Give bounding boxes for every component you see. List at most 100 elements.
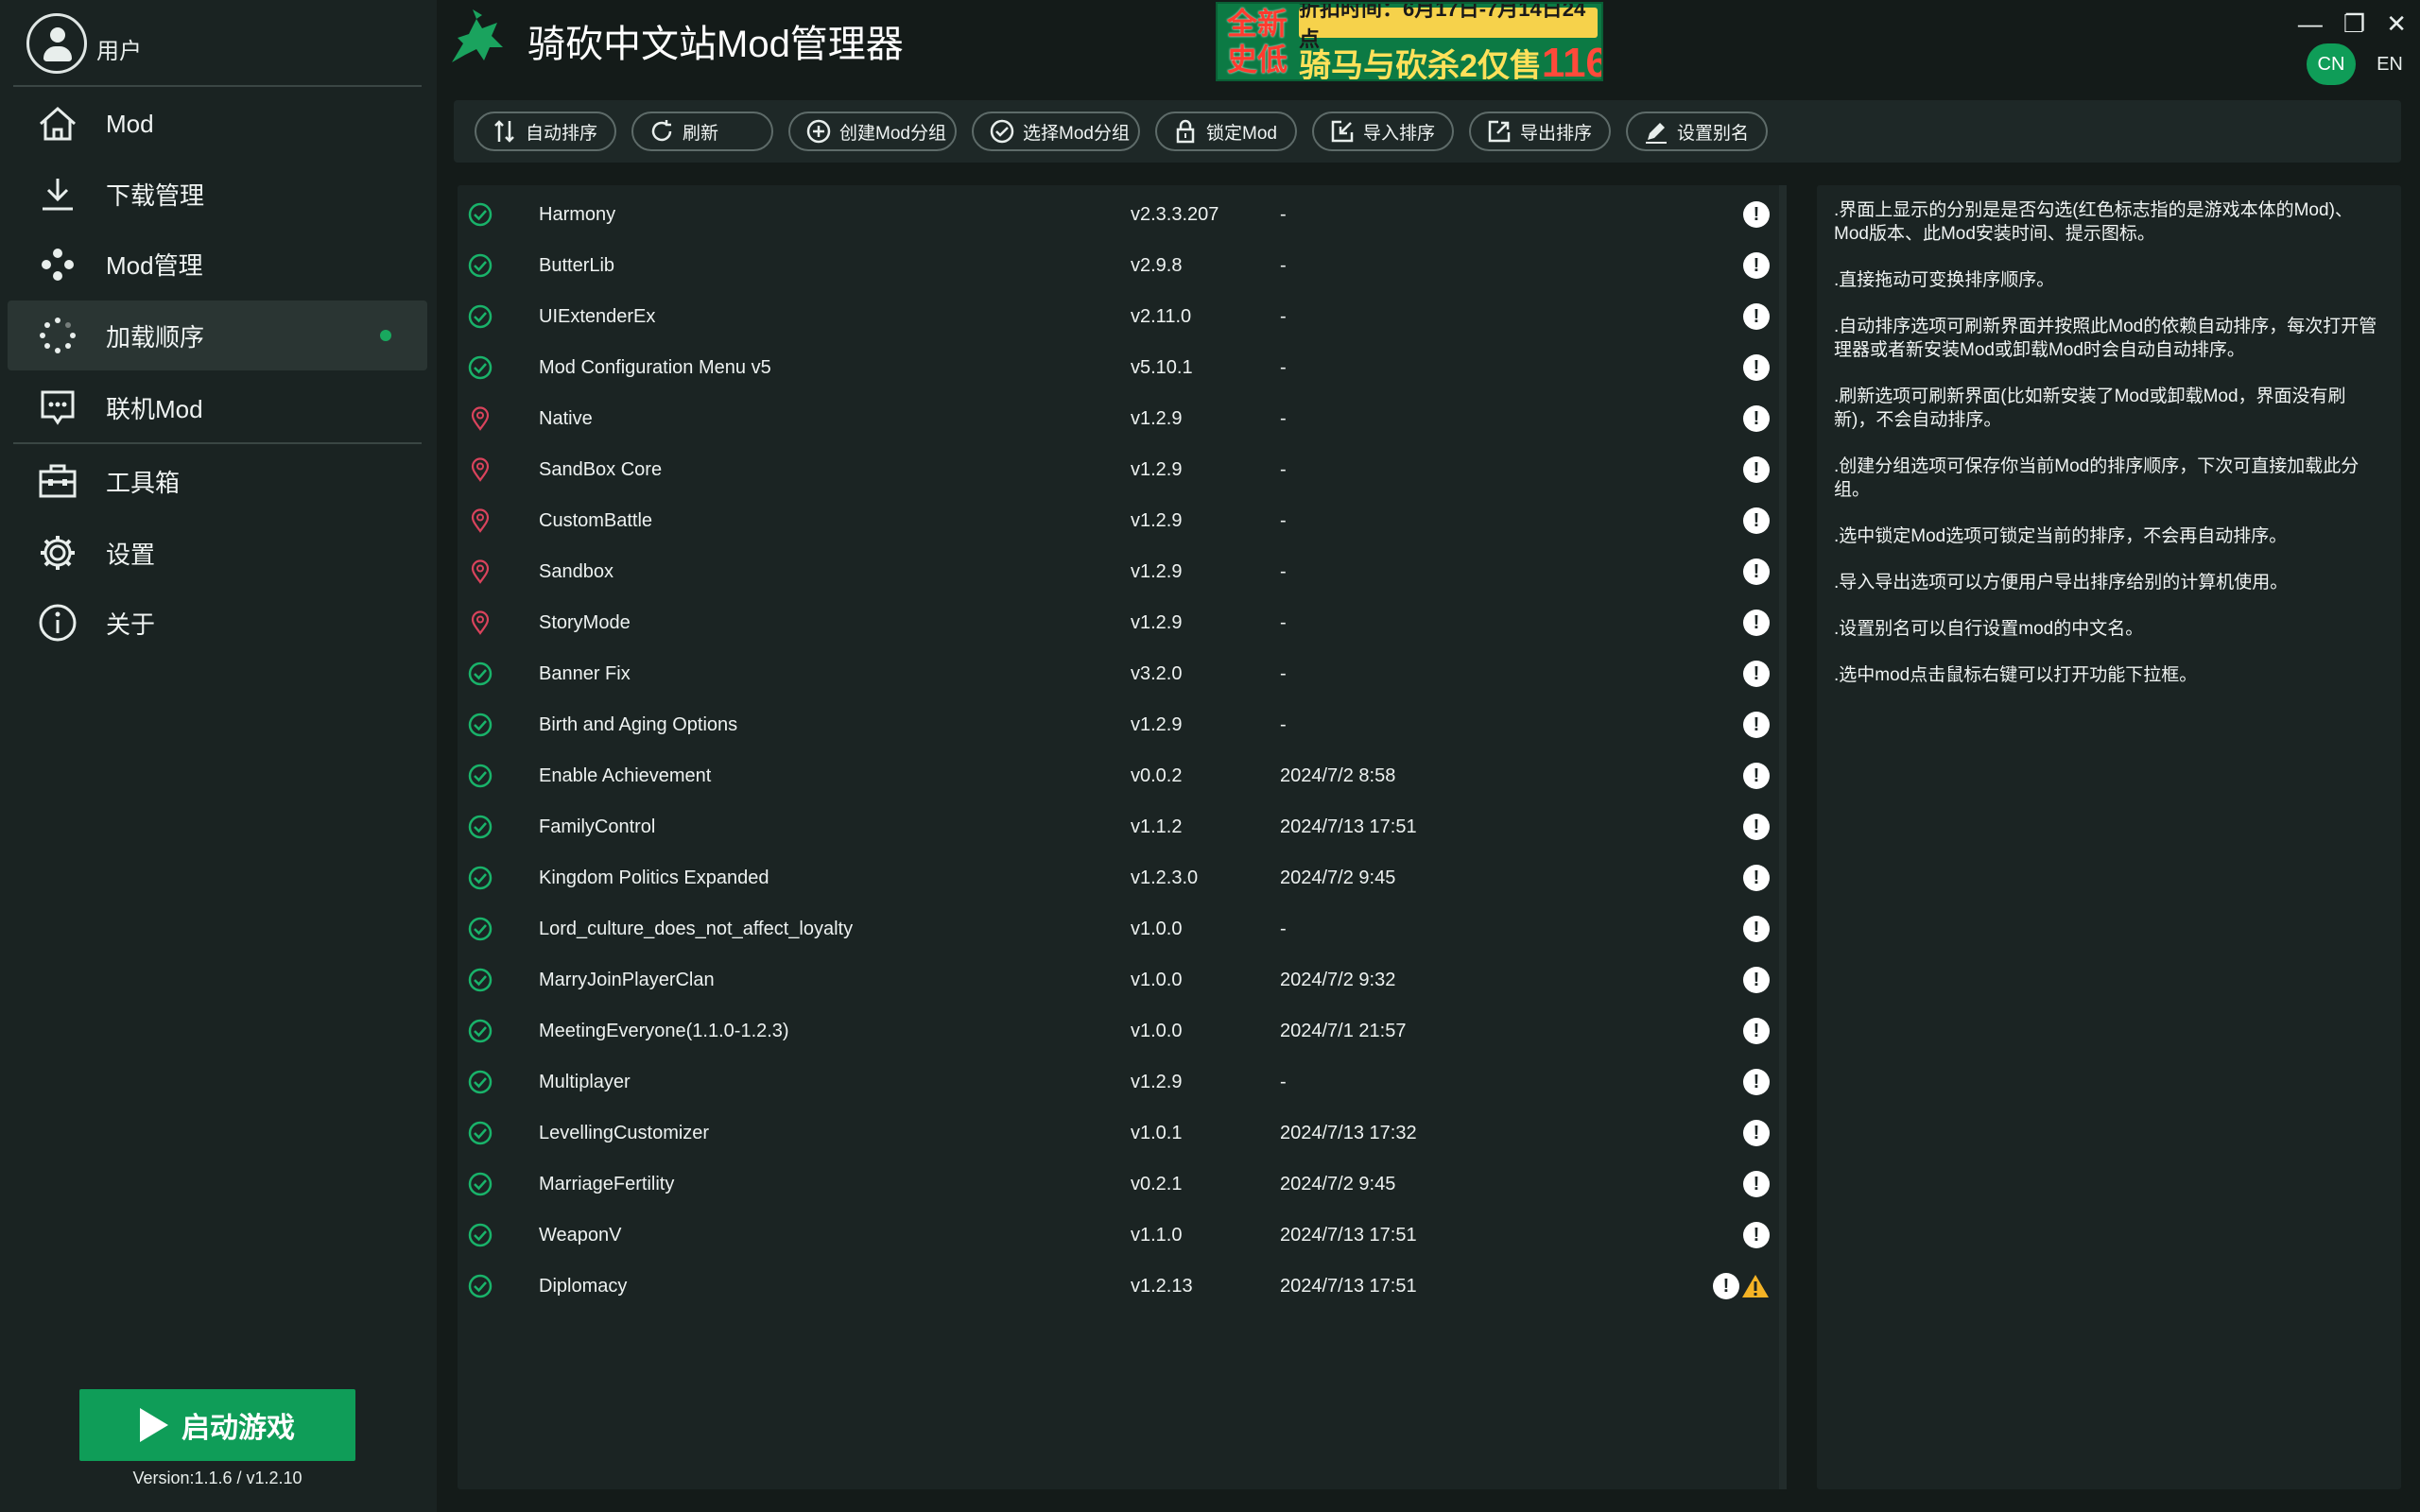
mod-row[interactable]: Multiplayer v1.2.9 -!	[458, 1057, 1777, 1108]
restore-button[interactable]: ❐	[2343, 9, 2365, 39]
checked-icon[interactable]	[467, 303, 493, 330]
checked-icon[interactable]	[467, 1069, 493, 1095]
mod-name: Sandbox	[539, 560, 614, 582]
checked-icon[interactable]	[467, 1222, 493, 1248]
sidebar-item-load-order[interactable]: 加载顺序	[8, 301, 427, 370]
info-icon[interactable]: !	[1743, 610, 1770, 636]
info-icon[interactable]: !	[1743, 405, 1770, 432]
checked-icon[interactable]	[467, 1273, 493, 1299]
checked-icon[interactable]	[467, 967, 493, 993]
mod-row[interactable]: FamilyControl v1.1.2 2024/7/13 17:51!	[458, 801, 1777, 852]
launch-game-button[interactable]: 启动游戏	[79, 1389, 355, 1461]
info-icon[interactable]: !	[1743, 201, 1770, 228]
user-profile[interactable]: 用户	[26, 11, 142, 76]
lock-mod-button[interactable]: 锁定Mod	[1155, 112, 1297, 151]
checked-icon[interactable]	[467, 712, 493, 738]
mod-row[interactable]: Mod Configuration Menu v5 v5.10.1 -!	[458, 342, 1777, 393]
mod-row[interactable]: Native v1.2.9 -!	[458, 393, 1777, 444]
mod-row[interactable]: Birth and Aging Options v1.2.9 -!	[458, 699, 1777, 750]
import-order-button[interactable]: 导入排序	[1312, 112, 1454, 151]
set-alias-button[interactable]: 设置别名	[1626, 112, 1768, 151]
info-icon[interactable]: !	[1743, 1222, 1770, 1248]
mod-row[interactable]: MeetingEveryone(1.1.0-1.2.3) v1.0.0 2024/7…	[458, 1005, 1777, 1057]
info-icon[interactable]: !	[1743, 763, 1770, 789]
native-marker-icon[interactable]	[467, 558, 493, 585]
warning-icon[interactable]	[1741, 1273, 1770, 1299]
checked-icon[interactable]	[467, 865, 493, 891]
export-order-button[interactable]: 导出排序	[1469, 112, 1611, 151]
mod-row[interactable]: Diplomacy v1.2.13 2024/7/13 17:51!	[458, 1261, 1777, 1312]
native-marker-icon[interactable]	[467, 610, 493, 636]
native-marker-icon[interactable]	[467, 507, 493, 534]
info-icon[interactable]: !	[1743, 456, 1770, 483]
lang-cn-button[interactable]: CN	[2307, 43, 2356, 85]
checked-icon[interactable]	[467, 1120, 493, 1146]
checked-icon[interactable]	[467, 252, 493, 279]
checked-icon[interactable]	[467, 916, 493, 942]
checked-icon[interactable]	[467, 201, 493, 228]
checked-icon[interactable]	[467, 1171, 493, 1197]
checked-icon[interactable]	[467, 1018, 493, 1044]
info-icon[interactable]: !	[1743, 252, 1770, 279]
mod-row[interactable]: StoryMode v1.2.9 -!	[458, 597, 1777, 648]
mod-install-date: -	[1280, 254, 1287, 276]
mod-row[interactable]: Kingdom Politics Expanded v1.2.3.0 2024/7/…	[458, 852, 1777, 903]
lang-en-button[interactable]: EN	[2365, 43, 2414, 85]
info-icon[interactable]: !	[1743, 354, 1770, 381]
mod-row[interactable]: Harmony v2.3.3.207 -!	[458, 189, 1777, 240]
sidebar-item-multiplayer-mod[interactable]: 联机Mod	[8, 372, 427, 442]
mod-row[interactable]: ButterLib v2.9.8 -!	[458, 240, 1777, 291]
scrollbar[interactable]	[1779, 185, 1787, 1489]
info-icon[interactable]: !	[1743, 1018, 1770, 1044]
mod-row[interactable]: Enable Achievement v0.0.2 2024/7/2 8:58!	[458, 750, 1777, 801]
info-icon[interactable]: !	[1713, 1273, 1739, 1299]
promo-banner[interactable]: 全新史低 折扣时间：6月17日-7月14日24点 骑马与砍杀2仅售116元	[1216, 2, 1603, 81]
mod-row[interactable]: WeaponV v1.1.0 2024/7/13 17:51!	[458, 1210, 1777, 1261]
info-icon[interactable]: !	[1743, 1171, 1770, 1197]
sidebar-item-about[interactable]: 关于	[8, 588, 427, 658]
mod-row[interactable]: MarryJoinPlayerClan v1.0.0 2024/7/2 9:32!	[458, 954, 1777, 1005]
mod-row[interactable]: LevellingCustomizer v1.0.1 2024/7/13 17:32…	[458, 1108, 1777, 1159]
minimize-button[interactable]: —	[2298, 9, 2323, 39]
mod-version: v1.1.0	[1131, 1224, 1183, 1246]
info-icon[interactable]: !	[1743, 1069, 1770, 1095]
checked-icon[interactable]	[467, 763, 493, 789]
mod-row[interactable]: UIExtenderEx v2.11.0 -!	[458, 291, 1777, 342]
checked-icon[interactable]	[467, 354, 493, 381]
mod-row[interactable]: Banner Fix v3.2.0 -!	[458, 648, 1777, 699]
refresh-button[interactable]: 刷新	[631, 112, 773, 151]
sidebar-item-settings[interactable]: 设置	[8, 518, 427, 588]
select-group-button[interactable]: 选择Mod分组	[972, 112, 1140, 151]
info-icon[interactable]: !	[1743, 661, 1770, 687]
sidebar-item-toolbox[interactable]: 工具箱	[8, 446, 427, 516]
mod-row[interactable]: MarriageFertility v0.2.1 2024/7/2 9:45!	[458, 1159, 1777, 1210]
mod-list[interactable]: Harmony v2.3.3.207-! ButterLib v2.9.8-! UIEx…	[458, 185, 1787, 1489]
checked-icon[interactable]	[467, 814, 493, 840]
export-order-label: 导出排序	[1520, 123, 1593, 144]
sidebar-item-download[interactable]: 下载管理	[8, 159, 427, 229]
avatar[interactable]	[26, 13, 87, 74]
auto-sort-label: 自动排序	[526, 123, 598, 144]
mod-row[interactable]: SandBox Core v1.2.9 -!	[458, 444, 1777, 495]
mod-row[interactable]: CustomBattle v1.2.9 -!	[458, 495, 1777, 546]
info-icon[interactable]: !	[1743, 865, 1770, 891]
native-marker-icon[interactable]	[467, 456, 493, 483]
checked-icon[interactable]	[467, 661, 493, 687]
sidebar-item-mod[interactable]: Mod	[8, 89, 427, 159]
sidebar-item-mod-manage[interactable]: Mod管理	[8, 229, 427, 299]
info-icon[interactable]: !	[1743, 712, 1770, 738]
info-icon[interactable]: !	[1743, 967, 1770, 993]
info-icon[interactable]: !	[1743, 916, 1770, 942]
mod-row[interactable]: Lord_culture_does_not_affect_loyalty v1.0…	[458, 903, 1777, 954]
info-icon[interactable]: !	[1743, 1120, 1770, 1146]
close-button[interactable]: ✕	[2386, 9, 2407, 39]
native-marker-icon[interactable]	[467, 405, 493, 432]
mod-version: v3.2.0	[1131, 662, 1183, 684]
info-icon[interactable]: !	[1743, 814, 1770, 840]
info-icon[interactable]: !	[1743, 507, 1770, 534]
auto-sort-button[interactable]: 自动排序	[475, 112, 616, 151]
info-icon[interactable]: !	[1743, 303, 1770, 330]
info-icon[interactable]: !	[1743, 558, 1770, 585]
mod-row[interactable]: Sandbox v1.2.9 -!	[458, 546, 1777, 597]
create-group-button[interactable]: 创建Mod分组	[788, 112, 957, 151]
